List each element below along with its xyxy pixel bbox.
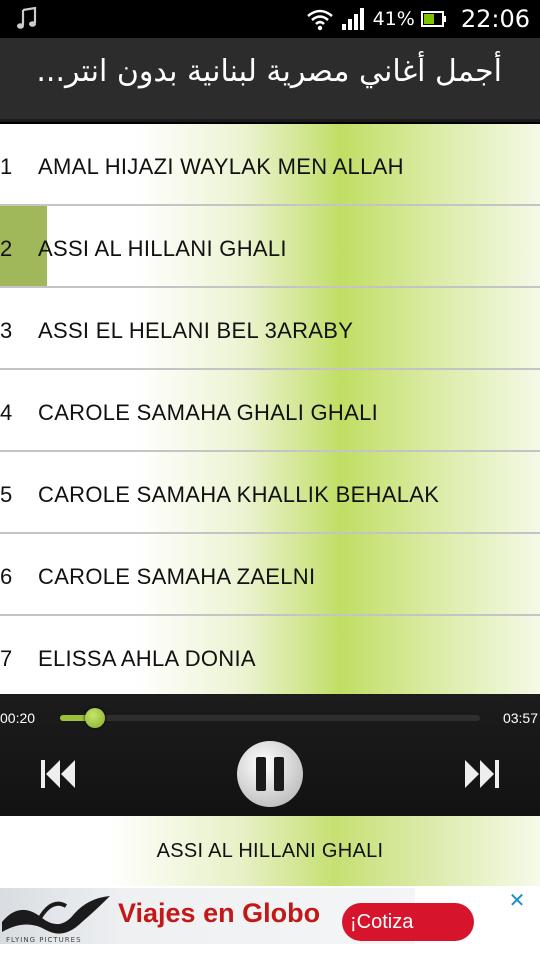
song-row[interactable]: 2 ASSI AL HILLANI GHALI — [0, 206, 540, 288]
song-number: 5 — [0, 482, 13, 507]
song-number: 4 — [0, 400, 13, 425]
song-row[interactable]: 1 AMAL HIJAZI WAYLAK MEN ALLAH — [0, 124, 540, 206]
song-row[interactable]: 6 CAROLE SAMAHA ZAELNI — [0, 534, 540, 616]
battery-icon — [420, 11, 446, 27]
song-title: AMAL HIJAZI WAYLAK MEN ALLAH — [38, 154, 404, 179]
signal-icon — [341, 8, 364, 30]
song-number: 3 — [0, 318, 13, 343]
ad-brand: FLYING PICTURES — [6, 936, 82, 944]
skip-next-icon — [465, 760, 499, 788]
song-title: ASSI AL HILLANI GHALI — [38, 236, 287, 261]
song-number: 1 — [0, 154, 13, 179]
ad-headline: Viajes en Globo — [118, 898, 321, 928]
app-title: أجمل أغاني مصرية لبنانية بدون انتر... — [36, 54, 502, 89]
battery-percent: 41% — [372, 8, 415, 30]
now-playing-title: ASSI AL HILLANI GHALI — [156, 840, 384, 862]
now-playing-bar[interactable]: ASSI AL HILLANI GHALI — [0, 816, 540, 886]
clock: 22:06 — [460, 5, 530, 33]
pause-button[interactable] — [236, 740, 304, 808]
song-row[interactable]: 3 ASSI EL HELANI BEL 3ARABY — [0, 288, 540, 370]
app-title-bar: أجمل أغاني مصرية لبنانية بدون انتر... — [0, 38, 540, 122]
seek-thumb[interactable] — [85, 708, 105, 728]
previous-button[interactable] — [38, 756, 78, 792]
song-row[interactable]: 4 CAROLE SAMAHA GHALI GHALI — [0, 370, 540, 452]
song-row[interactable]: 7 ELISSA AHLA DONIA — [0, 616, 540, 694]
song-list[interactable]: 1 AMAL HIJAZI WAYLAK MEN ALLAH 2 ASSI AL… — [0, 124, 540, 694]
total-time: 03:57 — [502, 710, 538, 726]
song-title: CAROLE SAMAHA GHALI GHALI — [38, 400, 379, 425]
music-note-icon — [17, 6, 37, 29]
skip-previous-icon — [41, 760, 75, 788]
song-number: 2 — [0, 236, 13, 261]
wifi-icon — [306, 9, 333, 31]
seek-bar[interactable] — [60, 708, 480, 728]
close-icon[interactable]: ✕ — [494, 888, 540, 912]
song-title: CAROLE SAMAHA KHALLIK BEHALAK — [38, 482, 440, 507]
song-title: CAROLE SAMAHA ZAELNI — [38, 564, 316, 589]
song-title: ASSI EL HELANI BEL 3ARABY — [38, 318, 354, 343]
song-number: 7 — [0, 646, 13, 671]
song-row[interactable]: 5 CAROLE SAMAHA KHALLIK BEHALAK — [0, 452, 540, 534]
ad-cta-button[interactable]: ¡Cotiza — [342, 903, 474, 941]
pause-icon — [237, 741, 303, 807]
status-bar: 41% 22:06 — [0, 0, 540, 38]
song-number: 6 — [0, 564, 13, 589]
ad-banner[interactable]: FLYING PICTURES Viajes en Globo ¡Cotiza … — [0, 886, 540, 960]
current-time: 00:20 — [0, 710, 36, 726]
song-title: ELISSA AHLA DONIA — [38, 646, 256, 671]
next-button[interactable] — [462, 756, 502, 792]
media-player: 00:20 03:57 — [0, 694, 540, 816]
